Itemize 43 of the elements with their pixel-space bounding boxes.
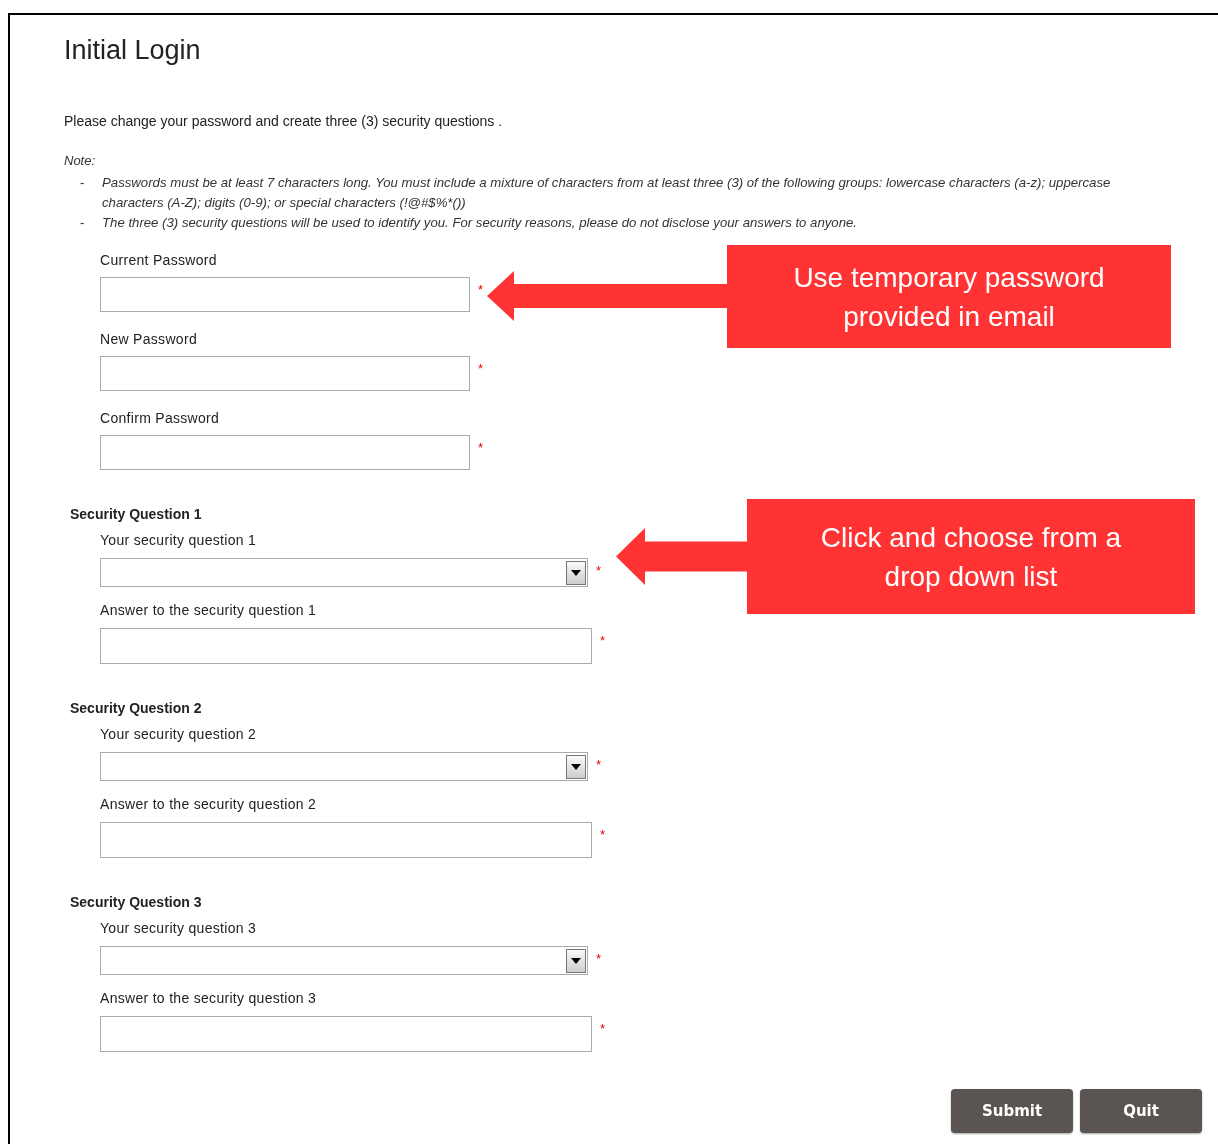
field-label: Your security question 2 — [100, 726, 257, 742]
dropdown-icon[interactable] — [566, 754, 586, 779]
password-field[interactable] — [100, 356, 470, 391]
required-mark: * — [478, 441, 484, 455]
instructions-text: Please change your password and create three (3) security questions . — [64, 113, 504, 129]
section-heading: Security Question 1 — [70, 506, 203, 522]
field-label: Current Password — [100, 252, 217, 268]
required-mark: * — [600, 1022, 606, 1036]
note-text: The three (3) security questions will be used to identify you. For security reasons, please do not disclose your answers to anyone. — [102, 214, 858, 232]
field-label: New Password — [100, 331, 197, 347]
password-field[interactable] — [100, 435, 470, 470]
required-mark: * — [600, 828, 606, 842]
required-mark: * — [600, 634, 606, 648]
field-label: Your security question 3 — [100, 920, 257, 936]
note-label: Note: — [64, 153, 97, 169]
bullet-dash: - — [79, 174, 86, 192]
section-heading: Security Question 2 — [70, 700, 203, 716]
field-label: Answer to the security question 1 — [100, 602, 317, 618]
page-title: Initial Login — [64, 34, 202, 66]
password-field[interactable] — [100, 277, 470, 312]
answer-field[interactable] — [100, 628, 592, 664]
required-mark: * — [596, 564, 602, 578]
dropdown-icon[interactable] — [566, 560, 586, 585]
field-label: Answer to the security question 3 — [100, 990, 317, 1006]
action-button[interactable]: Submit — [951, 1089, 1073, 1133]
action-button[interactable]: Quit — [1080, 1089, 1202, 1133]
dropdown-icon[interactable] — [566, 948, 586, 973]
note-text: Passwords must be at least 7 characters long. You must include a mixture of characters from at least three (3) of the following groups: lowercase characters (a-z); uppercase characters (A-Z); digits (0-9); or special characters (!@#$%*()) — [102, 174, 1112, 212]
field-label: Your security question 1 — [100, 532, 257, 548]
required-mark: * — [596, 952, 602, 966]
arrow-icon — [616, 528, 747, 585]
answer-field[interactable] — [100, 1016, 592, 1052]
required-mark: * — [596, 758, 602, 772]
answer-field[interactable] — [100, 822, 592, 858]
section-heading: Security Question 3 — [70, 894, 203, 910]
callout-box: Use temporary password provided in email — [727, 245, 1171, 348]
required-mark: * — [478, 362, 484, 376]
bullet-dash: - — [79, 214, 86, 232]
callout-box: Click and choose from a drop down list — [747, 499, 1195, 614]
field-label: Confirm Password — [100, 410, 220, 426]
arrow-icon — [487, 271, 727, 321]
required-mark: * — [478, 283, 484, 297]
field-label: Answer to the security question 2 — [100, 796, 317, 812]
